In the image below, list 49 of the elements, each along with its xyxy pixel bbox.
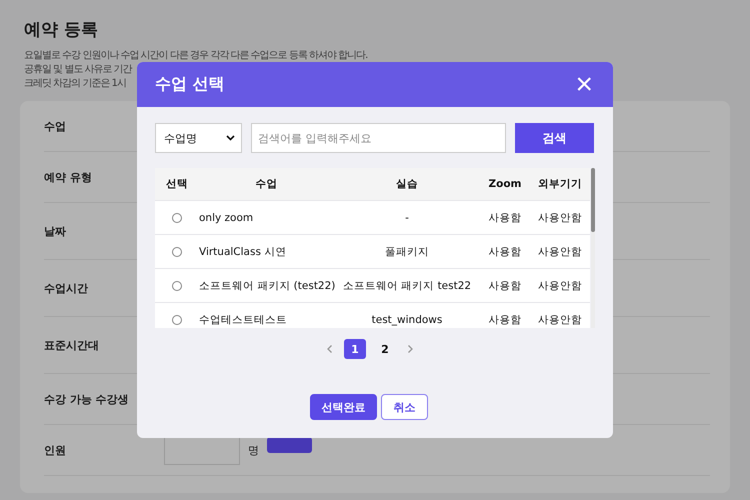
search-button[interactable]: 검색: [515, 123, 594, 153]
notice-text: 크레딧 차감의 기준은 1시: [24, 77, 126, 91]
chevron-icon: [226, 135, 235, 141]
radio-button[interactable]: [172, 212, 182, 223]
table-cell: 풀패키지: [334, 234, 480, 268]
table-cell: 사용안함: [530, 200, 590, 234]
table-cell: 사용함: [480, 302, 530, 328]
table-cell: -: [334, 200, 480, 234]
modal-title: 수업 선택: [155, 74, 225, 95]
field-label: 표준시간대: [44, 338, 100, 352]
table-cell: 사용안함: [530, 302, 590, 328]
radio-button[interactable]: [172, 314, 182, 325]
table-cell: 수업테스트테스트: [199, 302, 334, 328]
column-header: 선택: [155, 168, 199, 200]
field-label: 수업: [44, 118, 67, 134]
search-field[interactable]: 검색어를 입력해주세요: [251, 123, 506, 153]
page-button[interactable]: 1: [344, 339, 366, 359]
field-label: 수강 가능 수강생: [44, 392, 130, 406]
page-title: 예약 등록: [24, 19, 99, 41]
scrollbar-thumb[interactable]: [591, 168, 595, 232]
column-header: 외부기기: [530, 168, 590, 200]
notice-text: 요일별로 수강 인원이나 수업 시간이 다른 경우 각각 다른 수업으로 등록 하셔야 합니다.: [24, 49, 368, 63]
table-cell: 소프트웨어 패키지 (test22): [199, 268, 334, 302]
column-header: 수업: [199, 168, 334, 200]
field-label: 예약 유형: [44, 170, 93, 184]
column-header: 실습: [334, 168, 480, 200]
confirm-button[interactable]: 선택완료: [310, 394, 377, 420]
apply-button[interactable]: [267, 437, 312, 453]
table-cell: 사용안함: [530, 234, 590, 268]
radio-button[interactable]: [172, 246, 182, 257]
table-cell: 소프트웨어 패키지 test22: [334, 268, 480, 302]
cancel-button[interactable]: 취소: [381, 394, 428, 420]
field-label: 날짜: [44, 224, 67, 238]
radio-button[interactable]: [172, 280, 182, 291]
table-cell: 사용함: [480, 268, 530, 302]
unit-text: 명: [248, 442, 259, 458]
filter-dropdown[interactable]: 수업명: [155, 123, 242, 153]
field-label: 인원: [44, 442, 67, 458]
field-label: 수업시간: [44, 280, 89, 296]
table-cell: VirtualClass 시연: [199, 234, 334, 268]
page-button[interactable]: 2: [374, 339, 396, 359]
close-button[interactable]: ×: [575, 70, 593, 100]
table-cell: 사용함: [480, 200, 530, 234]
column-header: Zoom: [480, 168, 530, 200]
table-cell: 사용안함: [530, 268, 590, 302]
table-cell: test_windows: [334, 302, 480, 328]
table-cell: 사용함: [480, 234, 530, 268]
table-cell: only zoom: [199, 200, 334, 234]
notice-text: 공휴일 및 별도 사유로 기간: [24, 63, 132, 77]
